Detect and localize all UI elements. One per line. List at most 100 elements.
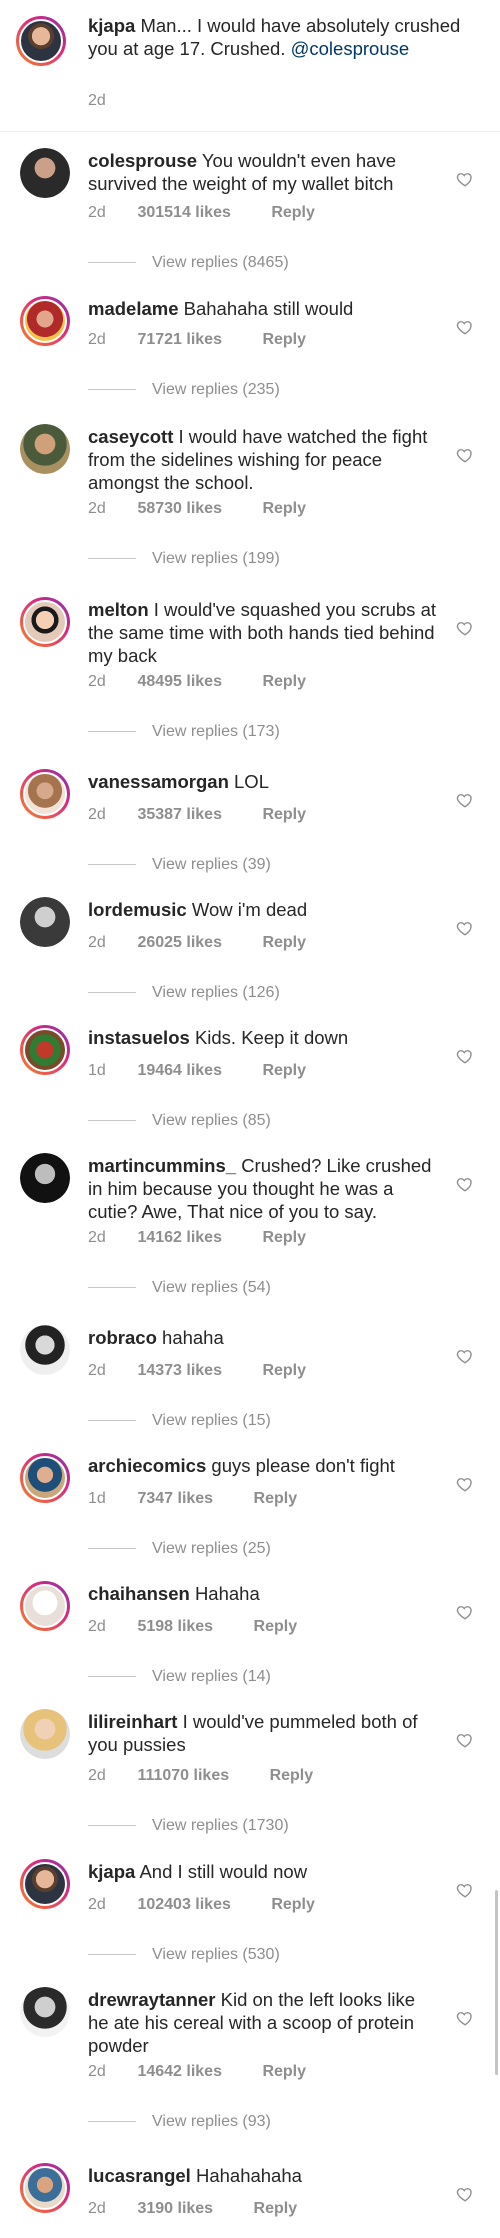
comment-text: colesprouse You wouldn't even have survi… — [88, 149, 438, 195]
scrollbar[interactable] — [495, 1890, 498, 2075]
comment-username[interactable]: martincummins_ — [88, 1155, 236, 1176]
view-replies-label: View replies (54) — [152, 1279, 271, 1296]
comment-username[interactable]: archiecomics — [88, 1455, 206, 1476]
comment-username[interactable]: robraco — [88, 1327, 157, 1348]
avatar[interactable] — [20, 296, 70, 346]
comment-username[interactable]: vanessamorgan — [88, 771, 229, 792]
reply-button[interactable]: Reply — [262, 500, 306, 518]
reply-button[interactable]: Reply — [271, 1896, 315, 1914]
avatar[interactable] — [20, 897, 70, 947]
caption-mention-link[interactable]: @colesprouse — [291, 38, 410, 59]
comment-likes[interactable]: 301514 likes — [137, 204, 230, 222]
comment-username[interactable]: lucasrangel — [88, 2165, 191, 2186]
view-replies-button[interactable]: View replies (530) — [88, 1946, 280, 1964]
reply-button[interactable]: Reply — [262, 2063, 306, 2081]
comment-likes[interactable]: 71721 likes — [137, 331, 222, 349]
avatar[interactable] — [20, 1325, 70, 1375]
view-replies-label: View replies (126) — [152, 984, 280, 1001]
heart-outline-icon[interactable] — [456, 1881, 474, 1899]
comment-username[interactable]: colesprouse — [88, 150, 197, 171]
avatar[interactable] — [20, 1153, 70, 1203]
heart-outline-icon[interactable] — [456, 170, 474, 188]
view-replies-button[interactable]: View replies (1730) — [88, 1817, 289, 1835]
view-replies-button[interactable]: View replies (199) — [88, 550, 280, 568]
comment-text: archiecomics guys please don't fight — [88, 1454, 438, 1477]
avatar[interactable] — [20, 1859, 70, 1909]
comment-text: kjapa And I still would now — [88, 1860, 438, 1883]
comment-username[interactable]: lordemusic — [88, 899, 187, 920]
avatar[interactable] — [20, 148, 70, 198]
heart-outline-icon[interactable] — [456, 1603, 474, 1621]
avatar[interactable] — [16, 16, 66, 66]
comment-username[interactable]: chaihansen — [88, 1583, 190, 1604]
reply-button[interactable]: Reply — [262, 1362, 306, 1380]
avatar[interactable] — [20, 1581, 70, 1631]
reply-button[interactable]: Reply — [262, 331, 306, 349]
comment-likes[interactable]: 19464 likes — [137, 1062, 222, 1080]
reply-button[interactable]: Reply — [262, 673, 306, 691]
avatar[interactable] — [20, 1025, 70, 1075]
view-replies-button[interactable]: View replies (93) — [88, 2113, 271, 2131]
heart-outline-icon[interactable] — [456, 318, 474, 336]
comment-likes[interactable]: 102403 likes — [137, 1896, 230, 1914]
reply-button[interactable]: Reply — [262, 934, 306, 952]
comment-username[interactable]: lilireinhart — [88, 1711, 177, 1732]
avatar[interactable] — [20, 1987, 70, 2037]
comment-likes[interactable]: 48495 likes — [137, 673, 222, 691]
heart-outline-icon[interactable] — [456, 1047, 474, 1065]
view-replies-button[interactable]: View replies (8465) — [88, 254, 289, 272]
view-replies-button[interactable]: View replies (235) — [88, 381, 280, 399]
avatar[interactable] — [20, 1453, 70, 1503]
avatar[interactable] — [20, 597, 70, 647]
heart-outline-icon[interactable] — [456, 2185, 474, 2203]
comment-likes[interactable]: 111070 likes — [137, 1767, 229, 1785]
heart-outline-icon[interactable] — [456, 619, 474, 637]
heart-outline-icon[interactable] — [456, 1347, 474, 1365]
view-replies-button[interactable]: View replies (54) — [88, 1279, 271, 1297]
comment-likes[interactable]: 14642 likes — [137, 2063, 222, 2081]
view-replies-button[interactable]: View replies (126) — [88, 984, 280, 1002]
reply-button[interactable]: Reply — [254, 2200, 298, 2218]
heart-outline-icon[interactable] — [456, 1175, 474, 1193]
heart-outline-icon[interactable] — [456, 791, 474, 809]
view-replies-button[interactable]: View replies (14) — [88, 1668, 271, 1686]
comment-username[interactable]: instasuelos — [88, 1027, 190, 1048]
heart-outline-icon[interactable] — [456, 919, 474, 937]
avatar[interactable] — [20, 424, 70, 474]
reply-button[interactable]: Reply — [271, 204, 315, 222]
comment-likes[interactable]: 35387 likes — [137, 806, 222, 824]
heart-outline-icon[interactable] — [456, 446, 474, 464]
reply-button[interactable]: Reply — [262, 1229, 306, 1247]
reply-button[interactable]: Reply — [254, 1618, 298, 1636]
comment-likes[interactable]: 7347 likes — [137, 1490, 213, 1508]
comment-text: drewraytanner Kid on the left looks like… — [88, 1988, 438, 2057]
reply-button[interactable]: Reply — [262, 806, 306, 824]
view-replies-button[interactable]: View replies (85) — [88, 1112, 271, 1130]
comment-likes[interactable]: 26025 likes — [137, 934, 222, 952]
comment-likes[interactable]: 14162 likes — [137, 1229, 222, 1247]
reply-button[interactable]: Reply — [262, 1062, 306, 1080]
comment-meta: 2d 48495 likes Reply — [88, 673, 306, 691]
reply-button[interactable]: Reply — [270, 1767, 314, 1785]
view-replies-button[interactable]: View replies (39) — [88, 856, 271, 874]
heart-outline-icon[interactable] — [456, 2009, 474, 2027]
view-replies-button[interactable]: View replies (15) — [88, 1412, 271, 1430]
view-replies-button[interactable]: View replies (173) — [88, 723, 280, 741]
view-replies-button[interactable]: View replies (25) — [88, 1540, 271, 1558]
caption-username[interactable]: kjapa — [88, 15, 135, 36]
comment-username[interactable]: kjapa — [88, 1861, 135, 1882]
comment-likes[interactable]: 58730 likes — [137, 500, 222, 518]
comment-username[interactable]: melton — [88, 599, 149, 620]
avatar[interactable] — [20, 1709, 70, 1759]
avatar[interactable] — [20, 769, 70, 819]
comment-username[interactable]: madelame — [88, 298, 179, 319]
comment-likes[interactable]: 5198 likes — [137, 1618, 213, 1636]
comment-username[interactable]: drewraytanner — [88, 1989, 216, 2010]
comment-likes[interactable]: 3190 likes — [137, 2200, 213, 2218]
comment-likes[interactable]: 14373 likes — [137, 1362, 222, 1380]
comment-username[interactable]: caseycott — [88, 426, 173, 447]
heart-outline-icon[interactable] — [456, 1475, 474, 1493]
heart-outline-icon[interactable] — [456, 1731, 474, 1749]
avatar[interactable] — [20, 2163, 70, 2213]
reply-button[interactable]: Reply — [254, 1490, 298, 1508]
